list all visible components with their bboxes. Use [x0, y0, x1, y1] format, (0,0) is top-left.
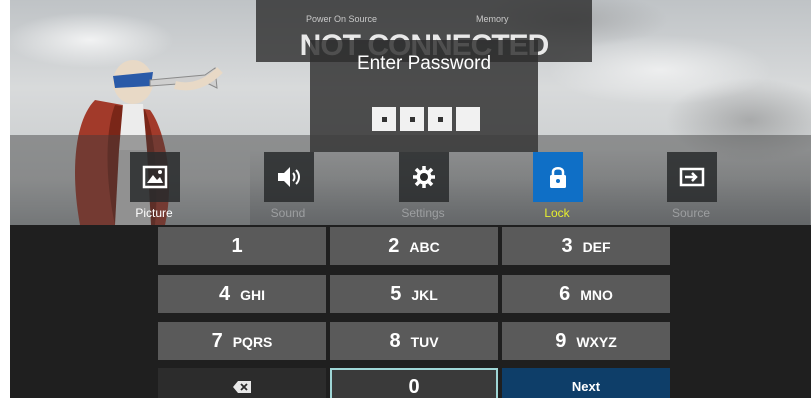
menu-item-source[interactable]: Source	[641, 135, 741, 225]
tab-power-on-source: Power On Source	[306, 14, 378, 24]
lock-icon	[550, 167, 566, 188]
next-button-label: Next	[571, 379, 601, 394]
key-8[interactable]: 8 TUV	[330, 322, 498, 360]
key-7[interactable]: 7 PQRS	[158, 322, 326, 360]
screen: Power On Source Memory NOT CONNECTED Ent…	[0, 0, 811, 398]
background-tabs: Power On Source Memory	[256, 14, 592, 28]
gear-icon	[413, 166, 435, 188]
tab-memory: Memory	[476, 14, 509, 24]
menu-item-picture[interactable]: Picture	[104, 135, 204, 225]
menu-label-settings: Settings	[401, 206, 445, 220]
password-dialog-title: Enter Password	[356, 53, 492, 74]
password-input[interactable]	[372, 107, 480, 133]
menu-item-lock[interactable]: Lock	[507, 135, 607, 225]
key-6[interactable]: 6 MNO	[502, 275, 670, 313]
backspace-icon	[233, 381, 251, 393]
menu-label-sound: Sound	[270, 206, 306, 220]
tv-screen: Power On Source Memory NOT CONNECTED Ent…	[10, 0, 811, 398]
password-digit	[428, 107, 452, 131]
key-5[interactable]: 5 JKL	[330, 275, 498, 313]
speaker-icon	[278, 167, 300, 187]
next-button[interactable]: Next	[502, 368, 670, 398]
number-keypad: 1 2 ABC 3 DEF 4 GHI 5 JKL 6 MNO 7 PQRS 8 TUV	[10, 225, 811, 398]
backspace-button[interactable]	[158, 368, 326, 398]
key-9[interactable]: 9 WXYZ	[502, 322, 670, 360]
key-2[interactable]: 2 ABC	[330, 227, 498, 265]
password-digit-cursor	[456, 107, 480, 131]
menu-item-settings[interactable]: Settings	[373, 135, 473, 225]
quick-menu-bar: Picture Sound Settings Lock Source	[10, 135, 811, 225]
input-source-icon	[679, 167, 705, 187]
key-3[interactable]: 3 DEF	[502, 227, 670, 265]
key-4[interactable]: 4 GHI	[158, 275, 326, 313]
menu-label-lock: Lock	[544, 206, 570, 220]
picture-icon	[142, 165, 168, 189]
key-1[interactable]: 1	[158, 227, 326, 265]
password-digit	[400, 107, 424, 131]
key-0[interactable]: 0	[330, 368, 498, 398]
menu-item-sound[interactable]: Sound	[238, 135, 338, 225]
password-digit	[372, 107, 396, 131]
menu-label-picture: Picture	[135, 206, 173, 220]
menu-label-source: Source	[671, 206, 711, 220]
